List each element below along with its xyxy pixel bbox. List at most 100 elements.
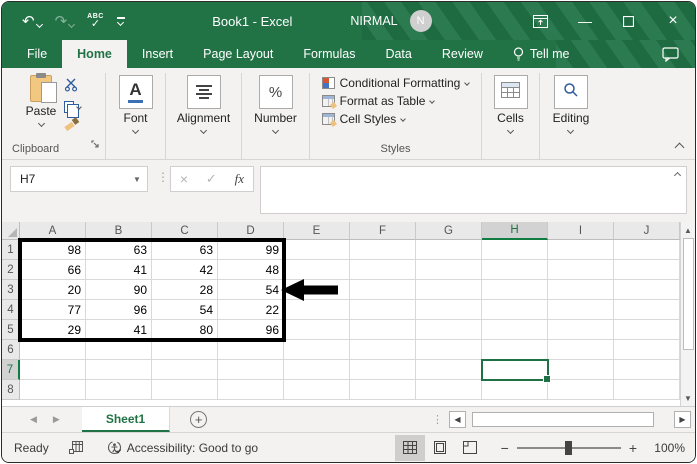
cell-I1[interactable] bbox=[548, 240, 614, 260]
tab-splitter-handle[interactable]: ⋮ bbox=[432, 413, 443, 426]
cell-G1[interactable] bbox=[416, 240, 482, 260]
column-header-H[interactable]: H bbox=[482, 222, 548, 240]
column-header-B[interactable]: B bbox=[86, 222, 152, 240]
scroll-right-icon[interactable]: ▶ bbox=[674, 411, 691, 428]
horizontal-scrollbar[interactable]: ⋮ ◀ ▶ bbox=[432, 407, 691, 432]
next-sheet-icon[interactable]: ▶ bbox=[53, 414, 60, 425]
normal-view-icon[interactable] bbox=[394, 434, 425, 461]
cell-J4[interactable] bbox=[614, 300, 680, 320]
row-header-3[interactable]: 3 bbox=[2, 280, 20, 300]
user-name[interactable]: NIRMAL bbox=[350, 14, 397, 28]
cell-I8[interactable] bbox=[548, 380, 614, 400]
tab-data[interactable]: Data bbox=[370, 40, 426, 68]
enter-icon[interactable]: ✓ bbox=[206, 171, 217, 187]
cell-F1[interactable] bbox=[350, 240, 416, 260]
ribbon-display-options-icon[interactable] bbox=[519, 2, 563, 40]
row-header-2[interactable]: 2 bbox=[2, 260, 20, 280]
column-header-F[interactable]: F bbox=[350, 222, 416, 240]
vertical-scroll-thumb[interactable] bbox=[682, 238, 694, 350]
cell-E7[interactable] bbox=[284, 360, 350, 380]
redo-button[interactable]: ↷ bbox=[55, 14, 76, 29]
cell-F7[interactable] bbox=[350, 360, 416, 380]
cell-D7[interactable] bbox=[218, 360, 284, 380]
cell-B7[interactable] bbox=[86, 360, 152, 380]
collapse-ribbon-icon[interactable] bbox=[674, 142, 685, 153]
cell-H6[interactable] bbox=[482, 340, 548, 360]
scroll-left-icon[interactable]: ◀ bbox=[449, 411, 466, 428]
cell-F5[interactable] bbox=[350, 320, 416, 340]
cell-E4[interactable] bbox=[284, 300, 350, 320]
cell-A4[interactable]: 77 bbox=[20, 300, 86, 320]
accessibility-status[interactable]: Accessibility: Good to go bbox=[107, 440, 258, 455]
cell-C6[interactable] bbox=[152, 340, 218, 360]
cell-H1[interactable] bbox=[482, 240, 548, 260]
cell-I7[interactable] bbox=[548, 360, 614, 380]
cell-H3[interactable] bbox=[482, 280, 548, 300]
row-header-1[interactable]: 1 bbox=[2, 240, 20, 260]
undo-button[interactable]: ↶ bbox=[22, 14, 43, 29]
cell-D4[interactable]: 22 bbox=[218, 300, 284, 320]
name-box-dropdown-icon[interactable]: ▼ bbox=[127, 175, 147, 184]
cell-D3[interactable]: 54 bbox=[218, 280, 284, 300]
cell-E5[interactable] bbox=[284, 320, 350, 340]
column-header-A[interactable]: A bbox=[20, 222, 86, 240]
cell-D2[interactable]: 48 bbox=[218, 260, 284, 280]
cell-J7[interactable] bbox=[614, 360, 680, 380]
cut-icon[interactable] bbox=[64, 78, 81, 97]
cell-B5[interactable]: 41 bbox=[86, 320, 152, 340]
cell-G3[interactable] bbox=[416, 280, 482, 300]
name-box[interactable]: H7 ▼ bbox=[10, 166, 148, 192]
cell-J2[interactable] bbox=[614, 260, 680, 280]
cell-B8[interactable] bbox=[86, 380, 152, 400]
cell-I2[interactable] bbox=[548, 260, 614, 280]
minimize-button[interactable]: — bbox=[563, 2, 607, 40]
cell-B3[interactable]: 90 bbox=[86, 280, 152, 300]
close-button[interactable]: × bbox=[651, 2, 695, 40]
cell-C3[interactable]: 28 bbox=[152, 280, 218, 300]
maximize-button[interactable] bbox=[607, 2, 651, 40]
scroll-up-icon[interactable]: ▲ bbox=[684, 222, 692, 238]
cell-I5[interactable] bbox=[548, 320, 614, 340]
zoom-slider-thumb[interactable] bbox=[564, 440, 572, 455]
editing-button[interactable]: Editing bbox=[553, 75, 589, 135]
format-as-table-button[interactable]: Format as Table bbox=[321, 94, 436, 108]
cell-F2[interactable] bbox=[350, 260, 416, 280]
column-header-D[interactable]: D bbox=[218, 222, 284, 240]
zoom-in-icon[interactable]: + bbox=[629, 440, 637, 456]
cell-G8[interactable] bbox=[416, 380, 482, 400]
horizontal-scroll-thumb[interactable] bbox=[472, 412, 654, 427]
cell-J1[interactable] bbox=[614, 240, 680, 260]
select-all-corner[interactable] bbox=[2, 222, 20, 240]
cell-C2[interactable]: 42 bbox=[152, 260, 218, 280]
cell-H8[interactable] bbox=[482, 380, 548, 400]
vertical-scrollbar[interactable]: ▲ ▼ bbox=[680, 222, 695, 406]
cell-H4[interactable] bbox=[482, 300, 548, 320]
zoom-level[interactable]: 100% bbox=[649, 441, 685, 455]
zoom-out-icon[interactable]: − bbox=[501, 440, 509, 456]
scroll-down-icon[interactable]: ▼ bbox=[684, 390, 692, 406]
cell-G2[interactable] bbox=[416, 260, 482, 280]
column-header-J[interactable]: J bbox=[614, 222, 680, 240]
cell-styles-button[interactable]: Cell Styles bbox=[321, 112, 407, 126]
clipboard-dialog-launcher-icon[interactable] bbox=[91, 136, 100, 154]
cell-A2[interactable]: 66 bbox=[20, 260, 86, 280]
cell-E1[interactable] bbox=[284, 240, 350, 260]
font-button[interactable]: A Font bbox=[118, 75, 153, 135]
cancel-icon[interactable]: × bbox=[180, 171, 188, 187]
format-painter-icon[interactable] bbox=[64, 117, 78, 131]
cell-D6[interactable] bbox=[218, 340, 284, 360]
copy-button[interactable] bbox=[64, 101, 83, 118]
cell-B6[interactable] bbox=[86, 340, 152, 360]
cells-button[interactable]: Cells bbox=[493, 75, 528, 135]
formula-bar-resize-handle[interactable]: ⋮ bbox=[157, 170, 169, 184]
row-header-6[interactable]: 6 bbox=[2, 340, 20, 360]
cell-I6[interactable] bbox=[548, 340, 614, 360]
cell-F3[interactable] bbox=[350, 280, 416, 300]
tab-page-layout[interactable]: Page Layout bbox=[188, 40, 288, 68]
avatar[interactable]: N bbox=[409, 10, 432, 32]
cell-G4[interactable] bbox=[416, 300, 482, 320]
cell-B2[interactable]: 41 bbox=[86, 260, 152, 280]
cell-E8[interactable] bbox=[284, 380, 350, 400]
number-button[interactable]: % Number bbox=[254, 75, 297, 135]
conditional-formatting-button[interactable]: Conditional Formatting bbox=[321, 76, 471, 90]
